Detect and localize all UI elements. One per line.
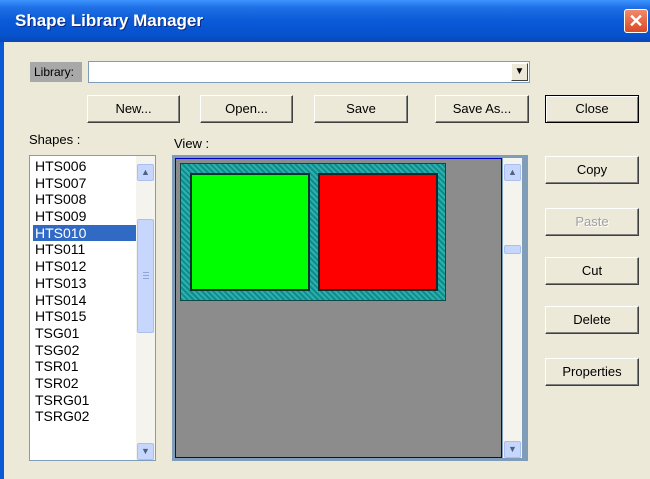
green-square-shape[interactable] bbox=[190, 173, 310, 291]
save-as-button[interactable]: Save As... bbox=[435, 95, 529, 123]
list-item[interactable]: HTS014 bbox=[33, 292, 138, 309]
scroll-up-icon[interactable]: ▲ bbox=[137, 164, 154, 181]
chevron-down-icon[interactable]: ▼ bbox=[511, 63, 528, 81]
list-item[interactable]: HTS007 bbox=[33, 175, 138, 192]
view-scroll-thumb[interactable] bbox=[504, 245, 521, 254]
view-border bbox=[175, 158, 502, 458]
library-label: Library: bbox=[30, 62, 82, 82]
list-item[interactable]: TSRG02 bbox=[33, 408, 138, 425]
list-item[interactable]: TSG02 bbox=[33, 342, 138, 359]
view-panel: ▲ ▼ bbox=[172, 155, 528, 461]
list-item[interactable]: HTS009 bbox=[33, 208, 138, 225]
shape-preview-frame[interactable] bbox=[180, 163, 446, 301]
shapes-list[interactable]: HTS006 HTS007 HTS008 HTS009 HTS010 HTS011 HTS0… bbox=[29, 155, 156, 461]
view-scrollbar[interactable]: ▲ ▼ bbox=[503, 158, 522, 458]
title-bar: Shape Library Manager ✕ bbox=[0, 0, 650, 42]
red-square-shape[interactable] bbox=[318, 173, 438, 291]
shape-library-manager-window: Shape Library Manager ✕ Library: ▼ New..… bbox=[0, 0, 650, 479]
list-item[interactable]: HTS011 bbox=[33, 241, 138, 258]
copy-button[interactable]: Copy bbox=[545, 156, 639, 184]
list-item[interactable]: HTS013 bbox=[33, 275, 138, 292]
list-item[interactable]: HTS010 bbox=[33, 224, 138, 242]
list-item[interactable]: HTS015 bbox=[33, 308, 138, 325]
properties-button[interactable]: Properties bbox=[545, 358, 639, 386]
list-item[interactable]: TSG01 bbox=[33, 325, 138, 342]
list-item[interactable]: HTS012 bbox=[33, 258, 138, 275]
close-button[interactable]: Close bbox=[545, 95, 639, 123]
save-button[interactable]: Save bbox=[314, 95, 408, 123]
list-item[interactable]: TSR02 bbox=[33, 375, 138, 392]
open-button[interactable]: Open... bbox=[200, 95, 293, 123]
paste-button[interactable]: Paste bbox=[545, 208, 639, 236]
delete-button[interactable]: Delete bbox=[545, 306, 639, 334]
window-title: Shape Library Manager bbox=[15, 11, 204, 30]
library-dropdown[interactable]: ▼ bbox=[88, 61, 530, 83]
scroll-thumb[interactable] bbox=[137, 219, 154, 333]
view-canvas[interactable] bbox=[176, 159, 501, 457]
view-label: View : bbox=[174, 136, 210, 151]
list-item[interactable]: HTS006 bbox=[33, 158, 138, 175]
scroll-down-icon[interactable]: ▼ bbox=[137, 443, 154, 460]
list-item[interactable]: TSR01 bbox=[33, 358, 138, 375]
list-item[interactable]: HTS008 bbox=[33, 191, 138, 208]
shapes-label: Shapes : bbox=[29, 132, 81, 147]
close-icon[interactable]: ✕ bbox=[624, 9, 648, 33]
new-button[interactable]: New... bbox=[87, 95, 180, 123]
cut-button[interactable]: Cut bbox=[545, 257, 639, 285]
window-border bbox=[0, 42, 4, 479]
list-item[interactable]: TSRG01 bbox=[33, 392, 138, 409]
view-scroll-up-icon[interactable]: ▲ bbox=[504, 164, 521, 181]
shapes-list-items: HTS006 HTS007 HTS008 HTS009 HTS010 HTS011 HTS0… bbox=[33, 158, 138, 425]
shapes-scrollbar[interactable]: ▲ ▼ bbox=[136, 156, 155, 460]
view-scroll-down-icon[interactable]: ▼ bbox=[504, 441, 521, 458]
